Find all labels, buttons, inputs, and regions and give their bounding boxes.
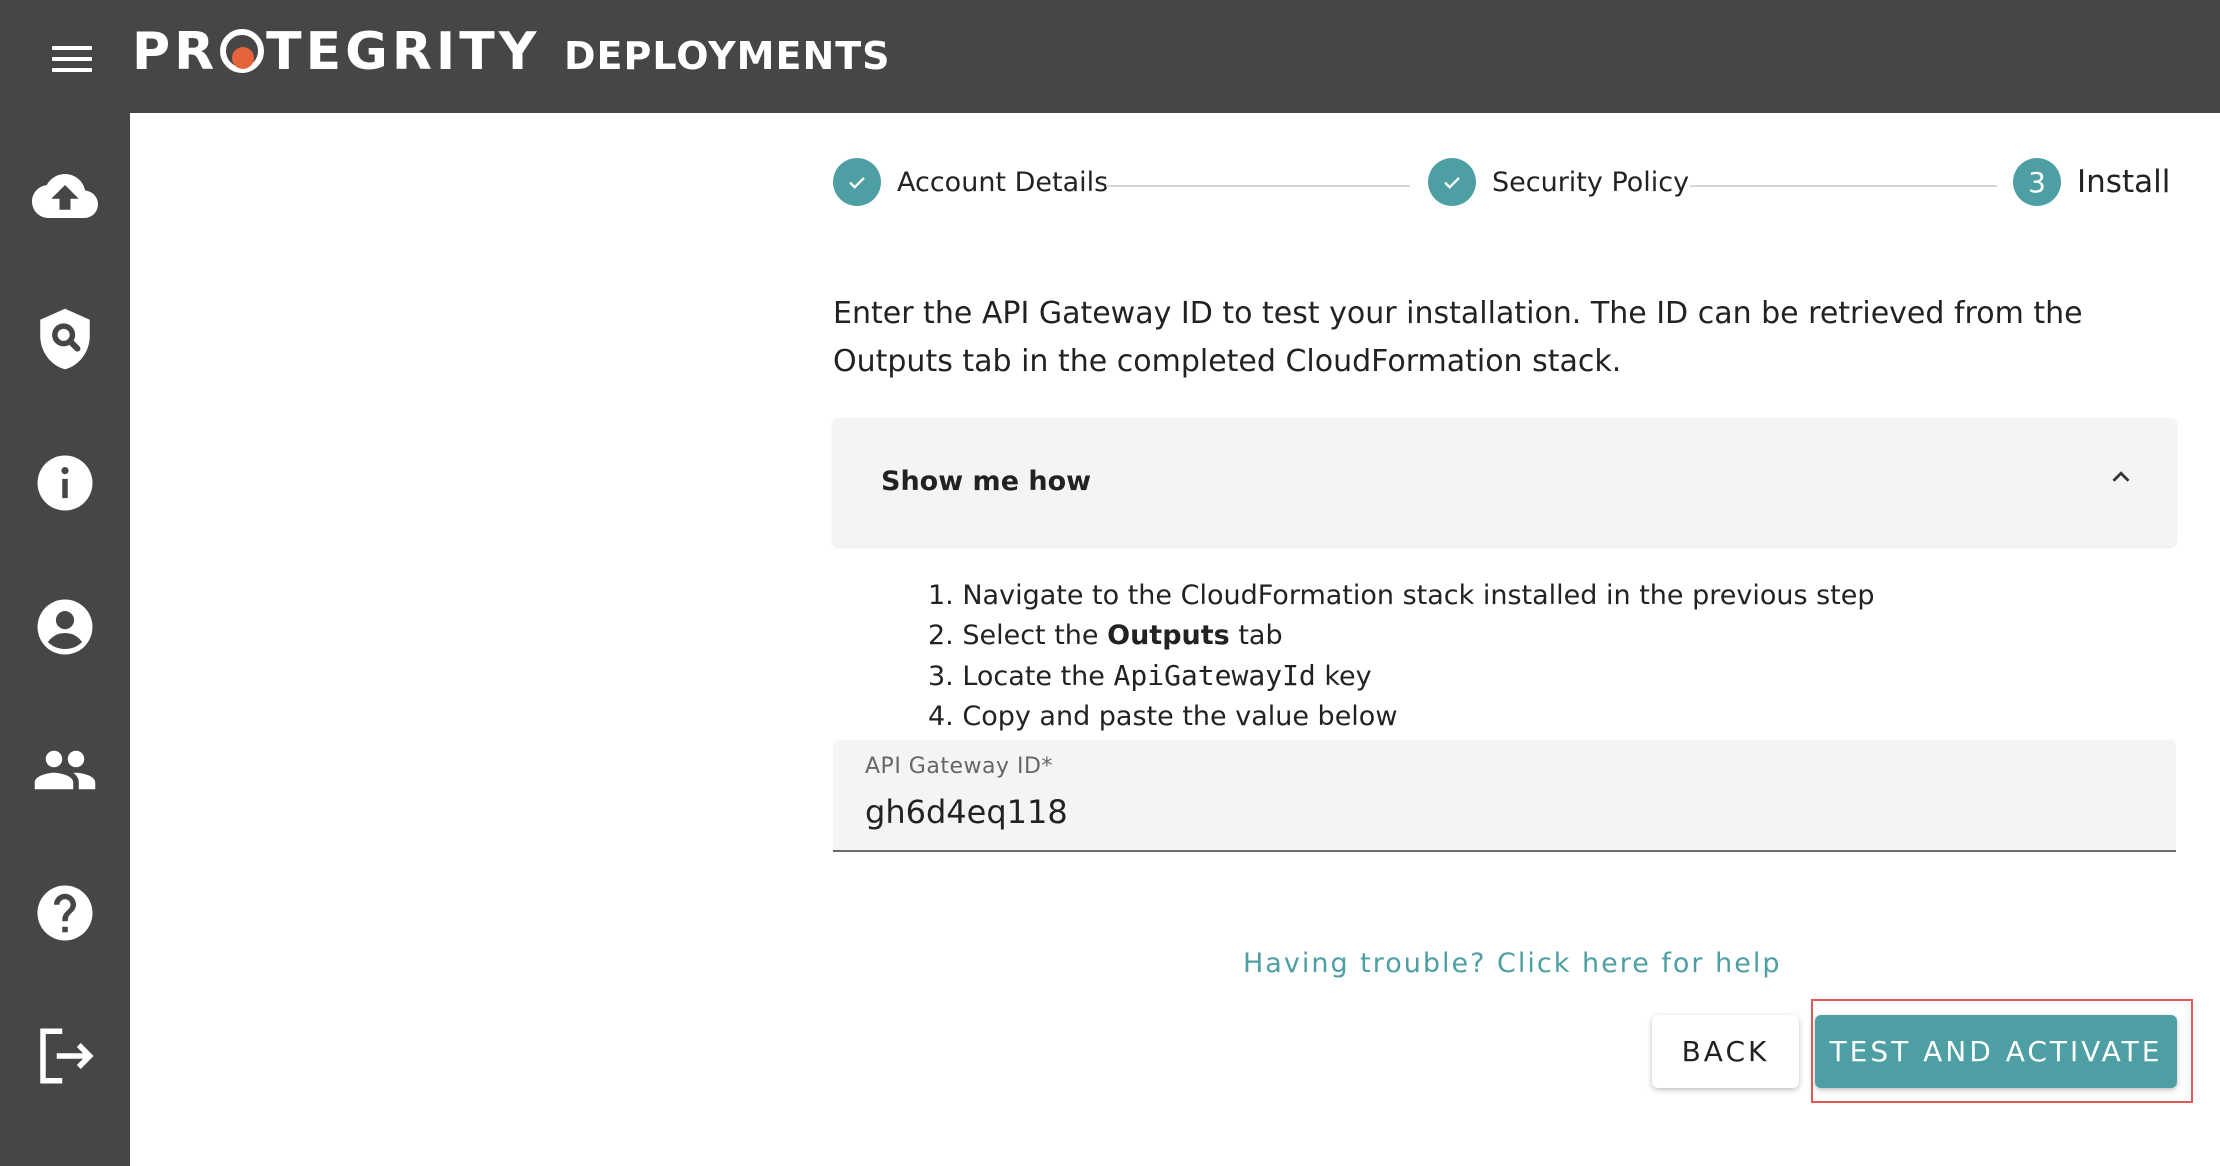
check-icon	[1428, 158, 1476, 206]
step-account-details: Account Details	[833, 158, 1108, 206]
help-link[interactable]: Having trouble? Click here for help	[1243, 948, 1781, 979]
api-gateway-id-input[interactable]	[865, 790, 2145, 834]
stepper-connector	[1106, 185, 1410, 187]
install-instruction: Enter the API Gateway ID to test your in…	[833, 296, 2083, 379]
back-button[interactable]: BACK	[1652, 1015, 1799, 1088]
howto-step-2: 2. Select the Outputs tab	[928, 620, 1283, 651]
step-install: 3 Install	[2013, 158, 2170, 206]
sidebar-item-users[interactable]	[25, 730, 105, 810]
info-icon	[37, 455, 93, 511]
test-and-activate-button[interactable]: TEST AND ACTIVATE	[1815, 1015, 2177, 1088]
step-label: Security Policy	[1492, 166, 1690, 198]
people-icon	[34, 750, 96, 790]
step-label: Install	[2077, 164, 2171, 200]
sidebar-item-deploy[interactable]	[25, 156, 105, 236]
sidebar-item-logout[interactable]	[25, 1016, 105, 1096]
app-title: DEPLOYMENTS	[564, 34, 891, 78]
account-icon	[37, 599, 93, 655]
api-gateway-id-field[interactable]: API Gateway ID*	[833, 740, 2176, 852]
hamburger-menu-icon[interactable]	[52, 46, 92, 72]
top-app-bar: PR TEGRITY DEPLOYMENTS	[0, 0, 2220, 113]
sidebar-item-account[interactable]	[25, 587, 105, 667]
sidebar	[0, 113, 130, 1166]
step-label: Account Details	[897, 166, 1109, 198]
shield-search-icon	[40, 308, 90, 370]
step-security-policy: Security Policy	[1428, 158, 1689, 206]
step-number: 3	[2013, 158, 2061, 206]
cloud-upload-icon	[32, 174, 98, 218]
logout-icon	[40, 1028, 94, 1084]
chevron-up-icon[interactable]	[2106, 462, 2136, 492]
sidebar-item-info[interactable]	[25, 443, 105, 523]
howto-steps: 1. Navigate to the CloudFormation stack …	[928, 576, 1875, 737]
howto-step-3: 3. Locate the ApiGatewayId key	[928, 659, 1372, 692]
help-icon	[37, 885, 93, 941]
field-label: API Gateway ID*	[865, 754, 1053, 779]
protegrity-logo: PR TEGRITY	[132, 22, 541, 82]
accordion-title: Show me how	[881, 466, 1092, 497]
stepper-connector	[1690, 185, 1997, 187]
show-me-how-accordion[interactable]: Show me how	[833, 418, 2176, 546]
sidebar-item-help[interactable]	[25, 873, 105, 953]
sidebar-item-policy[interactable]	[25, 299, 105, 379]
howto-step-1: 1. Navigate to the CloudFormation stack …	[928, 580, 1875, 611]
check-icon	[833, 158, 881, 206]
howto-step-4: 4. Copy and paste the value below	[928, 701, 1398, 732]
